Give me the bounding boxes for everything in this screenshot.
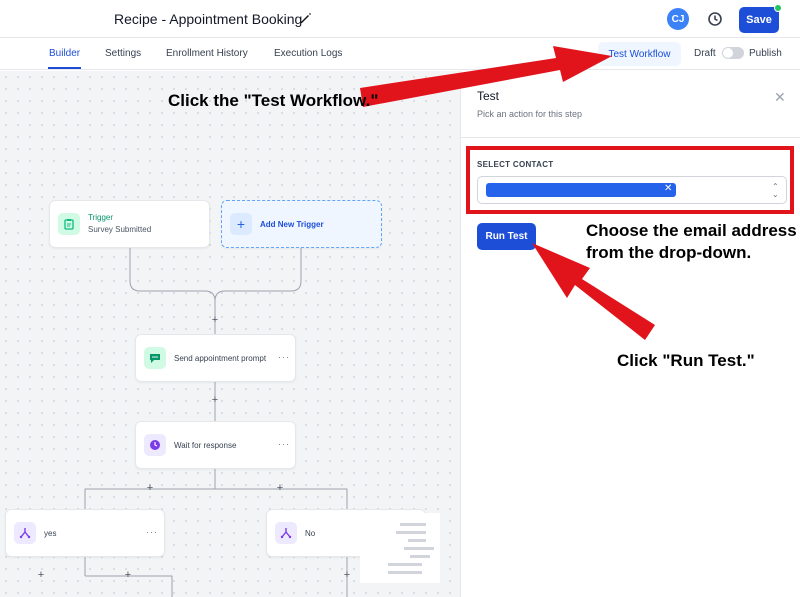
annotation-choose-email-1: Choose the email address [586, 221, 797, 240]
arrow-to-test-workflow [360, 46, 612, 107]
annotation-arrows [360, 46, 655, 340]
annotation-click-run-test: Click "Run Test." [617, 351, 755, 370]
annotation-choose-email-2: from the drop-down. [586, 243, 752, 262]
annotation-click-test-workflow: Click the "Test Workflow." [168, 91, 379, 110]
